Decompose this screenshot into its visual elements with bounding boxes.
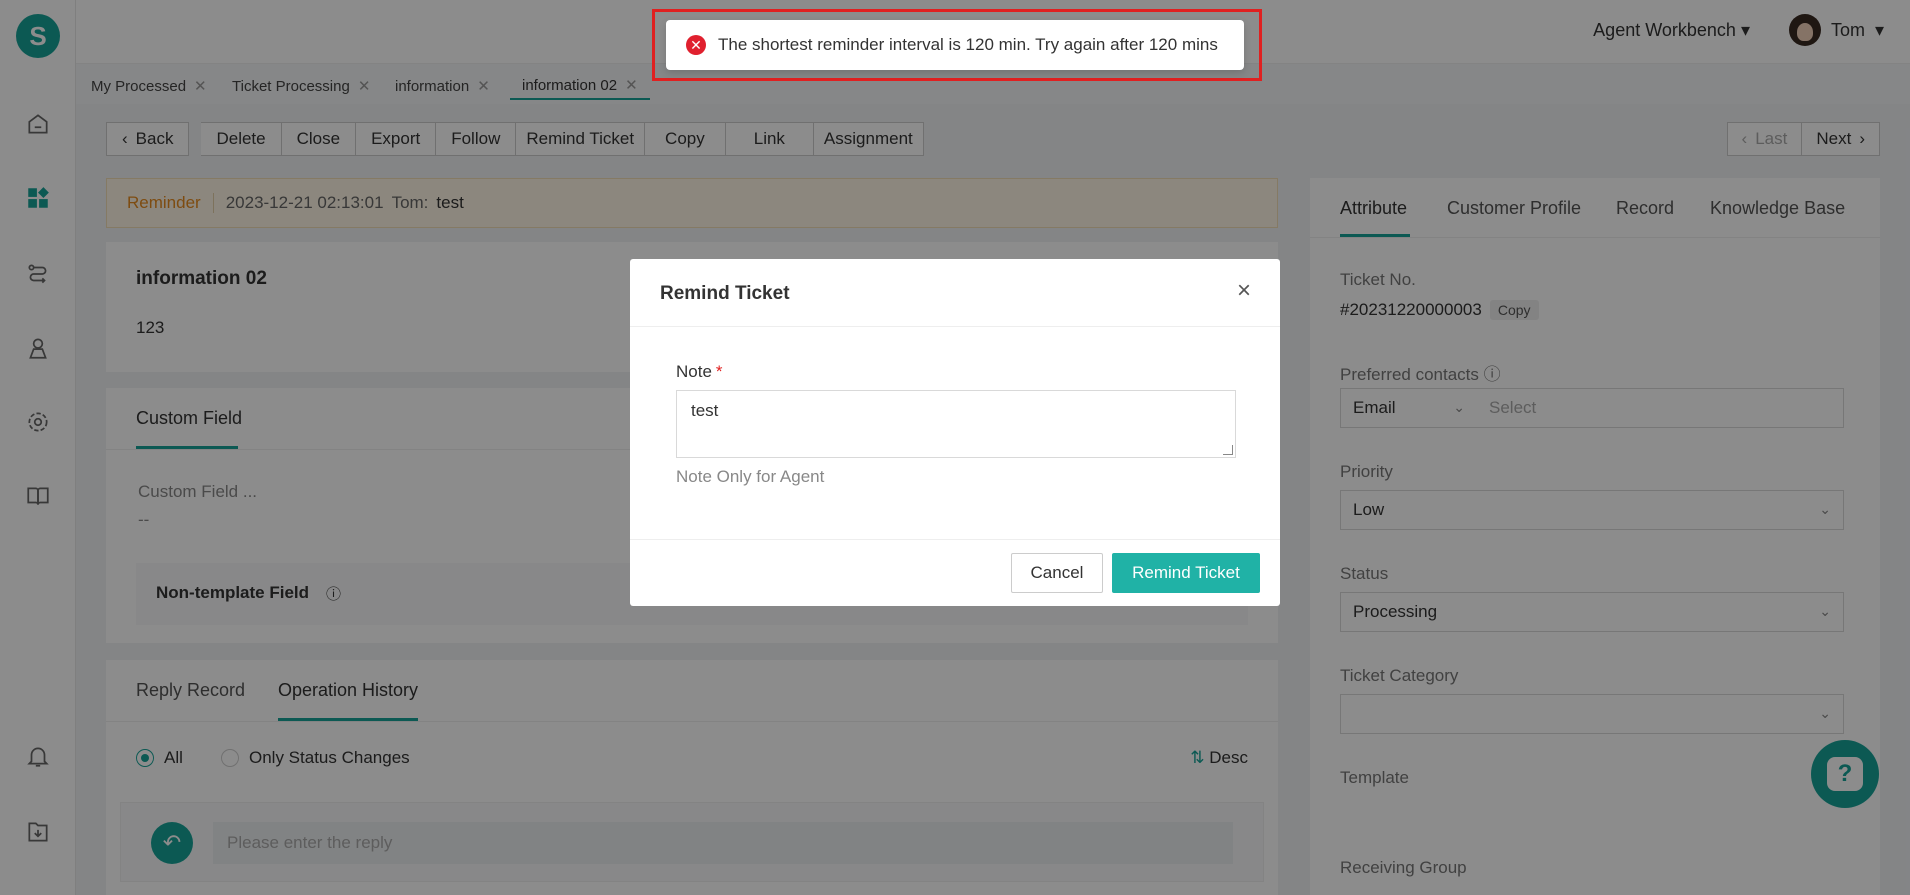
note-textarea[interactable]: test: [676, 390, 1236, 458]
note-label-text: Note: [676, 362, 712, 381]
note-value: test: [691, 401, 719, 420]
note-label: Note *: [676, 362, 723, 382]
dialog-footer: Cancel Remind Ticket: [630, 539, 1280, 606]
dialog-header: Remind Ticket ×: [630, 259, 1280, 327]
toast-message: The shortest reminder interval is 120 mi…: [718, 35, 1218, 54]
required-mark: *: [715, 362, 723, 381]
dialog-title: Remind Ticket: [660, 283, 790, 304]
remind-ticket-dialog: Remind Ticket × Note * test Note Only for…: [630, 259, 1280, 606]
resize-handle-icon[interactable]: [1223, 445, 1233, 455]
error-toast: ✕ The shortest reminder interval is 120 …: [666, 20, 1244, 70]
error-icon: ✕: [686, 35, 706, 55]
close-icon[interactable]: ×: [1232, 277, 1256, 304]
note-hint: Note Only for Agent: [676, 467, 825, 486]
remind-ticket-confirm-button[interactable]: Remind Ticket: [1112, 553, 1260, 593]
cancel-button[interactable]: Cancel: [1011, 553, 1103, 593]
